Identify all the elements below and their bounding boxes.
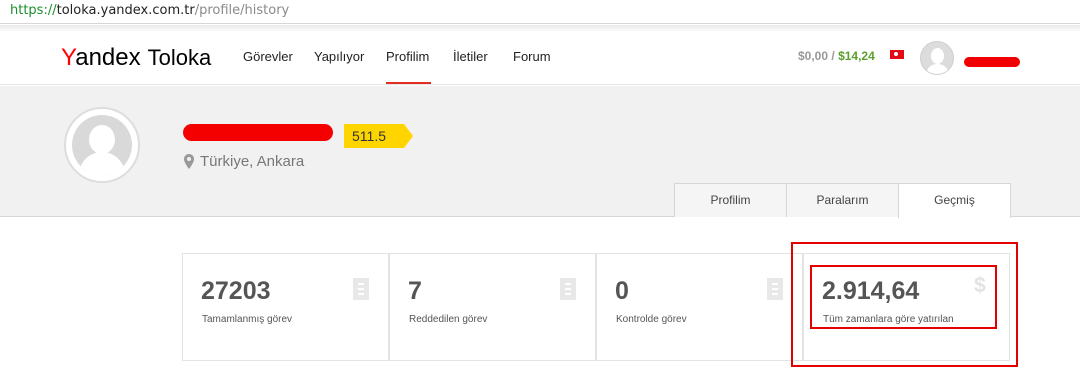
profile-location: Türkiye, Ankara <box>200 153 305 170</box>
url-path: /profile/history <box>194 3 290 18</box>
document-icon <box>560 278 576 300</box>
nav-profile[interactable]: Profilim <box>386 49 429 64</box>
tab-payments[interactable]: Paralarım <box>786 183 899 217</box>
nav-messages[interactable]: İletiler <box>453 49 488 64</box>
avatar-body <box>926 64 949 74</box>
logo-yandex: Yandex <box>61 44 141 71</box>
active-nav-indicator <box>386 82 431 84</box>
document-icon <box>767 278 783 300</box>
url-scheme: https:// <box>10 3 57 18</box>
profile-avatar-icon <box>64 107 140 183</box>
logo-product: Toloka <box>147 45 212 70</box>
profile-avatar-circle <box>72 115 132 175</box>
stat-label: Kontrolde görev <box>616 314 687 325</box>
stat-value: 27203 <box>201 277 271 305</box>
document-icon <box>353 278 369 300</box>
stat-label: Reddedilen görev <box>409 314 488 325</box>
balance-separator: / <box>831 49 835 63</box>
nav-in-progress[interactable]: Yapılıyor <box>314 49 364 64</box>
stat-card-rejected: 7 Reddedilen görev <box>389 253 596 361</box>
tab-profile[interactable]: Profilim <box>674 183 787 217</box>
user-avatar-icon[interactable] <box>920 41 954 75</box>
turkey-flag-icon[interactable] <box>890 50 904 59</box>
redacted-profile-name <box>183 124 333 141</box>
url-text[interactable]: https://toloka.yandex.com.tr/profile/his… <box>10 3 289 18</box>
redacted-username <box>964 57 1020 67</box>
balance-pending: $0,00 <box>798 49 829 63</box>
stat-card-review: 0 Kontrolde görev <box>596 253 803 361</box>
profile-avatar-body <box>79 152 125 175</box>
balance[interactable]: $0,00 / $14,24 <box>798 49 875 63</box>
balance-earned: $14,24 <box>838 49 875 63</box>
avatar-head <box>931 48 944 64</box>
url-host: toloka.yandex.com.tr <box>56 3 195 18</box>
stat-label: Tamamlanmış görev <box>202 314 293 325</box>
nav-tasks[interactable]: Görevler <box>243 49 293 64</box>
stat-card-completed: 27203 Tamamlanmış görev <box>182 253 389 361</box>
yandex-toloka-logo[interactable]: Yandex Toloka <box>61 44 211 74</box>
location-pin-icon <box>184 154 194 169</box>
profile-avatar-head <box>89 125 115 154</box>
nav-forum[interactable]: Forum <box>513 49 551 64</box>
browser-address-bar[interactable]: https://toloka.yandex.com.tr/profile/his… <box>0 0 1080 24</box>
header-shadow <box>0 25 1080 32</box>
logo-first-letter: Y <box>61 44 76 71</box>
highlight-box-inner <box>810 265 997 329</box>
stat-value: 0 <box>615 277 629 305</box>
tab-history[interactable]: Geçmiş <box>898 183 1011 218</box>
stat-value: 7 <box>408 277 422 305</box>
rating-badge: 511.5 <box>344 124 413 148</box>
logo-yandex-rest: andex <box>75 44 141 71</box>
site-header: Yandex Toloka Görevler Yapılıyor Profilim… <box>0 32 1080 85</box>
